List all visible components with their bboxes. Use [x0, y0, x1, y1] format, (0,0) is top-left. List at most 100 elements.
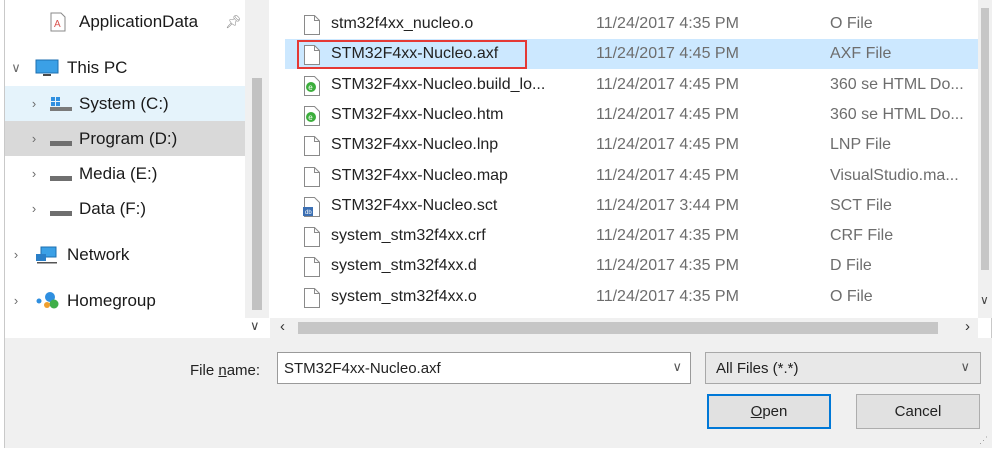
chevron-right-icon[interactable]: › — [27, 131, 41, 146]
nav-label: ApplicationData — [79, 11, 199, 31]
horizontal-scrollbar[interactable]: ‹ › — [270, 318, 978, 338]
filename-input[interactable]: STM32F4xx-Nucleo.axf ∨ — [277, 352, 691, 384]
file-name[interactable]: STM32F4xx-Nucleo.lnp — [331, 136, 576, 154]
nav-item-program-d[interactable]: › Program (D:) — [5, 121, 245, 156]
script-file-icon: db — [303, 196, 321, 217]
scrollbar-thumb[interactable] — [252, 78, 262, 310]
chevron-down-icon[interactable]: ∨ — [9, 60, 23, 76]
scrollbar-thumb[interactable] — [981, 8, 989, 270]
file-list: stm32f4xx_nucleo.o 11/24/2017 4:35 PM O Fi… — [285, 0, 978, 310]
chevron-right-icon[interactable]: › — [27, 166, 41, 181]
nav-item-this-pc[interactable]: ∨ This PC — [5, 50, 245, 85]
file-name[interactable]: STM32F4xx-Nucleo.axf — [331, 45, 576, 63]
file-row[interactable]: stm32f4xx_nucleo.o 11/24/2017 4:35 PM O Fi… — [285, 9, 978, 39]
browser-file-icon: e — [303, 75, 321, 96]
file-name[interactable]: STM32F4xx-Nucleo.sct — [331, 197, 576, 215]
open-button[interactable]: Open — [707, 394, 831, 429]
file-type: CRF File — [830, 227, 894, 245]
filename-label: File name: — [190, 362, 260, 379]
nav-item-system-c[interactable]: › System (C:) — [5, 86, 245, 121]
windows-drive-icon — [49, 95, 72, 115]
blank-file-icon — [303, 15, 321, 35]
open-label: pen — [762, 403, 788, 420]
file-name[interactable]: STM32F4xx-Nucleo.map — [331, 167, 576, 185]
file-row[interactable]: e STM32F4xx-Nucleo.htm 11/24/2017 4:45 PM 3… — [285, 100, 978, 130]
svg-text:db: db — [305, 210, 312, 216]
file-row[interactable]: system_stm32f4xx.crf 11/24/2017 4:35 PM CR… — [285, 221, 978, 251]
file-name[interactable]: STM32F4xx-Nucleo.build_lo... — [331, 76, 576, 94]
chevron-right-icon[interactable]: › — [27, 96, 41, 111]
chevron-left-icon[interactable]: ‹ — [280, 318, 285, 335]
file-date: 11/24/2017 4:35 PM — [596, 15, 739, 32]
file-type: VisualStudio.ma... — [830, 166, 959, 184]
file-type-value[interactable]: All Files (*.*) — [716, 360, 799, 377]
blank-file-icon — [303, 257, 321, 278]
blank-file-icon — [303, 45, 321, 66]
chevron-right-icon[interactable]: › — [27, 201, 41, 216]
chevron-down-icon[interactable]: ∨ — [980, 293, 989, 307]
file-type: SCT File — [830, 196, 892, 214]
file-name[interactable]: STM32F4xx-Nucleo.htm — [331, 106, 576, 124]
nav-item-media-e[interactable]: › Media (E:) — [5, 156, 245, 191]
nav-item-applicationdata[interactable]: A ApplicationData 📌︎ — [5, 4, 245, 39]
file-type-select[interactable]: All Files (*.*) ∨ — [705, 352, 981, 384]
file-date: 11/24/2017 4:45 PM — [596, 136, 739, 154]
blank-file-icon — [303, 287, 321, 308]
file-row[interactable]: db STM32F4xx-Nucleo.sct 11/24/2017 3:44 PM… — [285, 191, 978, 221]
file-row[interactable]: system_stm32f4xx.d 11/24/2017 4:35 PM D Fi… — [285, 251, 978, 281]
nav-item-network[interactable]: › Network — [5, 237, 245, 272]
chevron-right-icon[interactable]: › — [965, 318, 970, 335]
cancel-button[interactable]: Cancel — [856, 394, 980, 429]
drive-icon — [49, 168, 72, 188]
file-type: 360 se HTML Do... — [830, 75, 964, 93]
file-date: 11/24/2017 4:35 PM — [596, 257, 739, 275]
blank-file-icon — [303, 136, 321, 157]
pin-icon[interactable]: 📌︎ — [225, 14, 242, 30]
svg-text:e: e — [308, 83, 313, 92]
resize-grip-icon[interactable]: ⋰ — [979, 435, 988, 446]
list-scrollbar[interactable]: ∨ — [978, 0, 992, 318]
file-name[interactable]: system_stm32f4xx.crf — [331, 227, 576, 245]
file-date: 11/24/2017 4:45 PM — [596, 105, 739, 123]
file-type: O File — [830, 287, 873, 305]
svg-text:e: e — [308, 113, 313, 122]
monitor-icon — [35, 58, 59, 78]
nav-item-data-f[interactable]: › Data (F:) — [5, 191, 245, 226]
svg-text:A: A — [54, 19, 61, 30]
file-type: AXF File — [830, 45, 892, 63]
dialog-footer: File name: STM32F4xx-Nucleo.axf ∨ All Fi… — [5, 338, 992, 448]
browser-file-icon: e — [303, 105, 321, 126]
network-icon — [35, 245, 57, 265]
file-date: 11/24/2017 4:35 PM — [596, 287, 739, 305]
drive-icon — [49, 133, 72, 153]
chevron-right-icon[interactable]: › — [9, 247, 23, 262]
filename-label-accesskey: n — [218, 362, 227, 379]
file-row[interactable]: STM32F4xx-Nucleo.lnp 11/24/2017 4:45 PM LN… — [285, 130, 978, 160]
file-name[interactable]: stm32f4xx_nucleo.o — [331, 15, 576, 33]
navigation-pane: A ApplicationData 📌︎ ∨ This PC › System … — [5, 0, 245, 318]
chevron-down-icon[interactable]: ∨ — [672, 359, 682, 375]
drive-icon — [49, 203, 72, 223]
file-row[interactable]: STM32F4xx-Nucleo.axf 11/24/2017 4:45 PM AX… — [285, 39, 978, 70]
file-name[interactable]: system_stm32f4xx.d — [331, 257, 576, 275]
nav-label: Program (D:) — [79, 128, 178, 148]
file-row[interactable]: system_stm32f4xx.o 11/24/2017 4:35 PM O Fi… — [285, 282, 978, 312]
chevron-down-icon[interactable]: ∨ — [960, 359, 970, 375]
blank-file-icon — [303, 166, 321, 187]
file-row[interactable]: e STM32F4xx-Nucleo.build_lo... 11/24/2017 … — [285, 70, 978, 100]
nav-label: Homegroup — [67, 290, 156, 310]
nav-scrollbar[interactable]: ∨ — [245, 0, 269, 333]
file-name[interactable]: system_stm32f4xx.o — [331, 288, 576, 306]
file-row[interactable]: STM32F4xx-Nucleo.map 11/24/2017 4:45 PM Vi… — [285, 161, 978, 191]
file-type: 360 se HTML Do... — [830, 105, 964, 123]
chevron-right-icon[interactable]: › — [9, 293, 23, 308]
file-date: 11/24/2017 3:44 PM — [596, 196, 739, 214]
scrollbar-thumb[interactable] — [298, 322, 938, 334]
nav-label: Network — [67, 244, 130, 264]
nav-item-homegroup[interactable]: › Homegroup — [5, 283, 245, 318]
nav-label: System (C:) — [79, 93, 169, 113]
open-accesskey: O — [750, 403, 763, 420]
filename-value[interactable]: STM32F4xx-Nucleo.axf — [284, 360, 441, 377]
nav-label: This PC — [67, 57, 128, 77]
chevron-down-icon[interactable]: ∨ — [250, 318, 260, 334]
